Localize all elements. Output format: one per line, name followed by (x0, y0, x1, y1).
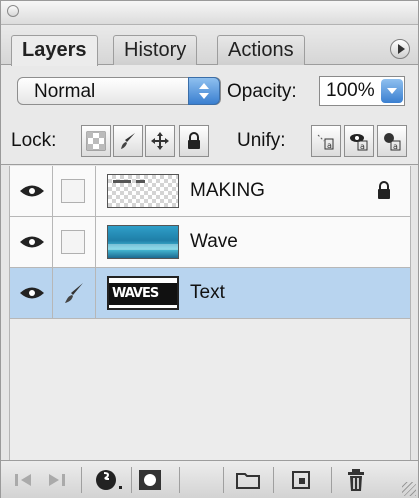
layer-row[interactable]: MAKING (10, 166, 410, 217)
svg-text:a: a (393, 142, 398, 151)
previous-frame-icon[interactable] (9, 465, 39, 495)
panel-menu-arrow-icon[interactable] (390, 39, 410, 59)
eye-icon (20, 185, 44, 197)
layers-panel: Layers History Actions Normal Opacity: 1… (0, 0, 419, 498)
bottom-toolbar (1, 460, 418, 498)
tab-actions[interactable]: Actions (217, 35, 305, 65)
lock-all-icon[interactable] (179, 125, 209, 157)
layer-link-cell[interactable] (53, 217, 96, 267)
blend-mode-select[interactable]: Normal (17, 77, 221, 105)
opacity-value: 100% (326, 80, 375, 101)
next-frame-icon[interactable] (41, 465, 71, 495)
svg-text:a: a (360, 142, 365, 151)
toolbar-separator (273, 467, 274, 493)
opacity-label: Opacity: (227, 81, 297, 102)
unify-visibility-icon[interactable]: a (344, 125, 374, 157)
toolbar-separator (331, 467, 332, 493)
visibility-toggle[interactable] (10, 268, 53, 318)
layer-link-cell[interactable] (53, 166, 96, 216)
eye-icon (20, 287, 44, 299)
visibility-toggle[interactable] (10, 217, 53, 267)
opacity-field[interactable]: 100% (319, 76, 405, 106)
layer-link-cell[interactable] (53, 268, 96, 318)
tab-strip: Layers History Actions (1, 25, 418, 66)
thumb-mark (113, 180, 131, 183)
lock-label: Lock: (11, 130, 57, 151)
layer-thumbnail (107, 225, 179, 259)
link-box (61, 230, 85, 254)
close-icon[interactable] (7, 5, 19, 17)
brush-icon (65, 283, 83, 303)
blend-mode-stepper-icon[interactable] (188, 77, 220, 105)
lock-position-icon[interactable] (145, 125, 175, 157)
opacity-dropdown-icon[interactable] (381, 79, 403, 103)
panel-title-bar[interactable] (1, 1, 418, 25)
toolbar-separator (223, 467, 224, 493)
layer-row[interactable]: Wave (10, 217, 410, 268)
thumb-wave-stripe (108, 244, 178, 250)
lock-transparent-pixels-icon[interactable] (81, 125, 111, 157)
thumb-mark (136, 180, 145, 183)
layer-lock-icon (378, 181, 390, 199)
tab-layers[interactable]: Layers (11, 35, 98, 66)
eye-icon (20, 236, 44, 248)
lock-row: Lock: Unify: a a a (1, 117, 418, 165)
trash-icon[interactable] (341, 465, 371, 495)
visibility-toggle[interactable] (10, 166, 53, 216)
link-box (61, 179, 85, 203)
unify-label: Unify: (237, 130, 286, 151)
new-group-icon[interactable] (233, 465, 263, 495)
layer-name[interactable]: MAKING (190, 180, 265, 202)
unify-style-icon[interactable]: a (377, 125, 407, 157)
new-layer-icon[interactable] (287, 465, 317, 495)
svg-text:a: a (327, 141, 332, 150)
toolbar-separator (179, 467, 180, 493)
layer-mask-icon[interactable] (135, 465, 165, 495)
lock-image-pixels-icon[interactable] (113, 125, 143, 157)
layer-row-selected[interactable]: WAVES Text (10, 268, 410, 319)
layer-thumbnail (107, 174, 179, 208)
layer-name[interactable]: Text (190, 282, 225, 304)
layer-name[interactable]: Wave (190, 231, 238, 253)
thumb-text: WAVES (112, 286, 159, 301)
layer-style-icon[interactable] (93, 465, 123, 495)
layers-list: MAKING Wave WAVES Text (9, 166, 411, 460)
unify-position-icon[interactable]: a (311, 125, 341, 157)
toolbar-separator (131, 467, 132, 493)
blend-row: Normal Opacity: 100% (1, 65, 418, 117)
layer-thumbnail: WAVES (107, 276, 179, 310)
tab-history[interactable]: History (113, 35, 198, 65)
blend-mode-value: Normal (34, 81, 96, 102)
toolbar-separator (81, 467, 82, 493)
resize-grip[interactable] (402, 482, 416, 496)
